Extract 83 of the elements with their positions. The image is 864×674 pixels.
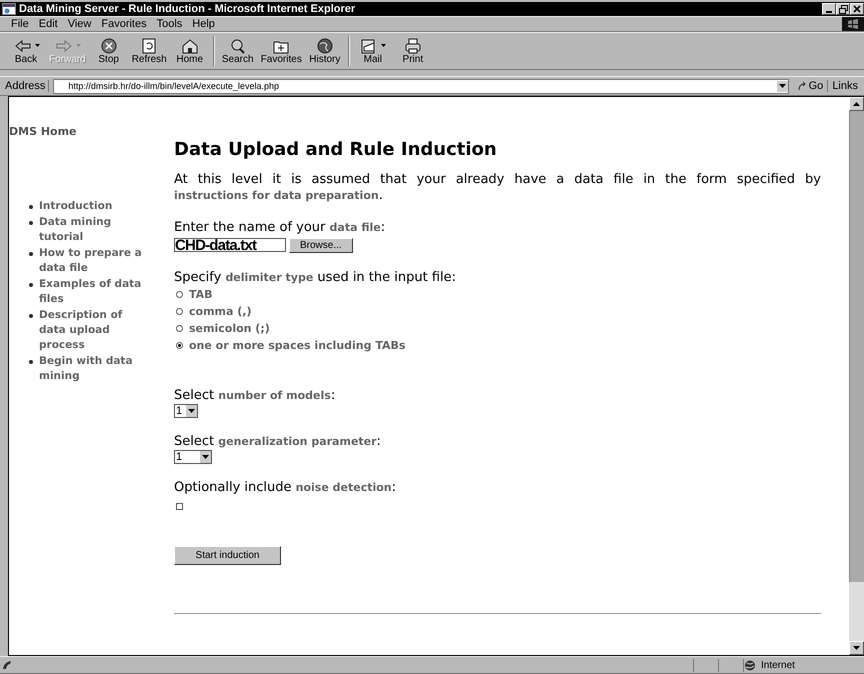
close-icon (853, 5, 861, 13)
browse-button[interactable]: Browse... (289, 238, 353, 252)
toolbar-button[interactable]: Back (6, 37, 46, 65)
prompt-text: Select generalization parameter: (174, 434, 382, 450)
dropdown-arrow-icon (202, 455, 209, 459)
globe-icon (744, 660, 757, 670)
help-link[interactable]: delimiter type (225, 271, 314, 284)
radio-button[interactable] (176, 308, 183, 315)
globe-icon (314, 38, 335, 54)
menu-item[interactable]: Tools (152, 18, 188, 30)
bullet-icon (29, 283, 33, 287)
help-link[interactable]: noise detection (296, 481, 392, 494)
bullet-icon (29, 360, 33, 364)
help-link[interactable]: data file (330, 221, 381, 234)
prompt-text: Enter the name of your data file: (174, 220, 386, 236)
sidebar-link[interactable]: How to prepare a data file (39, 246, 149, 276)
radio-label: semicolon (;) (189, 322, 270, 335)
prompt-text: Specify delimiter type used in the input file: (174, 270, 458, 286)
sidebar-link[interactable]: Description of data upload process (39, 308, 149, 353)
scroll-down-icon (853, 646, 860, 650)
dropdown-arrow-icon (778, 84, 786, 88)
minimize-button[interactable] (822, 3, 836, 15)
go-button[interactable]: Go (792, 80, 828, 92)
go-arrow-icon (796, 81, 807, 91)
dropdown-field[interactable]: 1 (174, 450, 212, 464)
toolbar-button[interactable]: Refresh (128, 37, 170, 65)
toolbar-button[interactable]: Print (392, 37, 433, 65)
close-button[interactable] (850, 3, 864, 15)
address-label: Address (2, 80, 50, 92)
bullet-icon (29, 205, 33, 209)
menu-item[interactable]: File (6, 18, 34, 30)
links-button[interactable]: Links (832, 80, 862, 92)
radio-label: one or more spaces including TABs (189, 339, 406, 352)
browser-window-icon (2, 3, 16, 15)
radio-label: TAB (189, 288, 213, 301)
prompt-text: At this level it is assumed that your already have a data file in the form specified by instructions for data preparation. (174, 172, 821, 204)
menu-item[interactable]: Help (187, 18, 220, 30)
toolbar-button[interactable]: Stop (88, 37, 129, 65)
help-link[interactable]: number of models (218, 389, 331, 402)
window-title: Data Mining Server - Rule Induction - Microsoft Internet Explorer (19, 3, 356, 15)
help-link[interactable]: generalization parameter (218, 435, 377, 448)
start-induction-button[interactable]: Start induction (174, 546, 281, 565)
radio-button[interactable] (176, 325, 183, 332)
zone-label: Internet (761, 660, 795, 670)
bullet-icon (29, 252, 33, 256)
sidebar-link[interactable]: Examples of data files (39, 277, 149, 307)
dropdown-field[interactable]: 1 (174, 404, 198, 418)
restore-icon (838, 4, 848, 14)
scroll-up-icon (853, 102, 860, 106)
radio-button[interactable] (176, 342, 183, 349)
printer-icon (402, 38, 423, 54)
sidebar-link[interactable]: Introduction (39, 199, 149, 214)
restore-button[interactable] (836, 3, 850, 15)
help-link[interactable]: instructions for data preparation (174, 189, 379, 202)
bullet-icon (29, 314, 33, 318)
menu-item[interactable]: Favorites (96, 18, 152, 30)
toolbar-button[interactable]: Search (218, 37, 258, 65)
scrollbar[interactable] (849, 97, 864, 655)
scroll-thumb[interactable] (849, 111, 864, 582)
address-field[interactable]: http://dmsirb.hr/do-illm/bin/levelA/execute_levela.php (53, 78, 789, 94)
toolbar-button[interactable]: Favorites (258, 37, 305, 65)
dropdown-arrow-icon (188, 409, 195, 413)
radio-button[interactable] (176, 291, 183, 298)
arrow-right-icon (54, 38, 74, 54)
menu-item[interactable]: View (62, 18, 96, 30)
toolbar-button[interactable]: History (304, 37, 345, 65)
sidebar-link[interactable]: Data mining tutorial (39, 215, 149, 245)
page-heading: Data Upload and Rule Induction (174, 139, 498, 160)
arrow-left-icon (12, 38, 32, 54)
radio-label: comma (,) (189, 305, 252, 318)
home-icon (180, 38, 200, 54)
sidebar-link[interactable]: Begin with data mining (39, 354, 149, 384)
windows-flag-icon (847, 19, 859, 29)
file-name-field[interactable]: CHD-data.txt (174, 238, 286, 252)
bullet-icon (29, 221, 33, 225)
checkbox[interactable] (176, 503, 183, 510)
toolbar-button[interactable]: Home (170, 37, 210, 65)
stop-icon (98, 38, 119, 54)
prompt-text: Optionally include noise detection: (174, 480, 398, 496)
home-link[interactable]: DMS Home (9, 125, 77, 138)
menu-item[interactable]: Edit (34, 18, 63, 30)
toolbar-button[interactable]: Mail (352, 37, 393, 65)
prompt-text: Select number of models: (174, 388, 336, 404)
